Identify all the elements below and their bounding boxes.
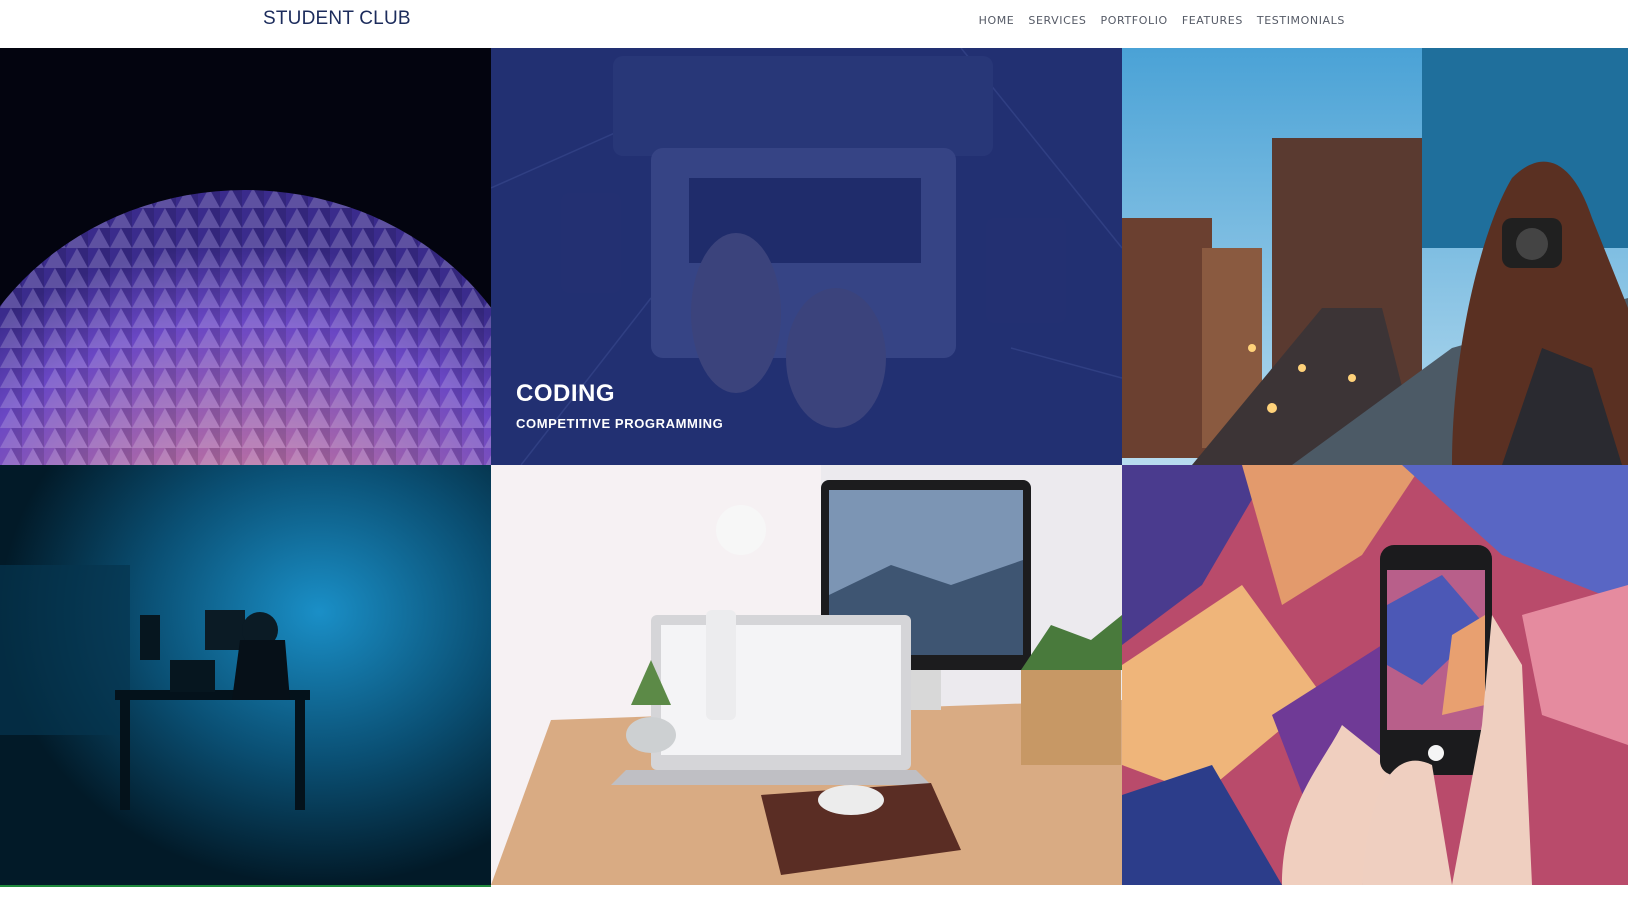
nav-menu: HOME SERVICES PORTFOLIO FEATURES TESTIMO… bbox=[979, 14, 1345, 27]
nav-portfolio[interactable]: PORTFOLIO bbox=[1101, 14, 1168, 27]
graffiti-image bbox=[1122, 465, 1628, 885]
navbar: STUDENT CLUB HOME SERVICES PORTFOLIO FEA… bbox=[0, 0, 1628, 48]
brand-logo[interactable]: STUDENT CLUB bbox=[263, 8, 411, 30]
portfolio-item-coding[interactable]: CODING COMPETITIVE PROGRAMMING bbox=[491, 48, 1122, 465]
portfolio-caption: CODING COMPETITIVE PROGRAMMING bbox=[516, 380, 723, 431]
hacker-image bbox=[0, 465, 491, 885]
portfolio-item-sphere[interactable] bbox=[0, 48, 491, 465]
nav-testimonials[interactable]: TESTIMONIALS bbox=[1257, 14, 1345, 27]
workspace-image bbox=[491, 465, 1122, 885]
portfolio-item-workspace[interactable] bbox=[491, 465, 1122, 885]
sphere-image bbox=[0, 48, 491, 465]
nav-home[interactable]: HOME bbox=[979, 14, 1015, 27]
accent-line bbox=[0, 885, 491, 887]
portfolio-item-hacker[interactable] bbox=[0, 465, 491, 885]
portfolio-title: CODING bbox=[516, 380, 615, 407]
portfolio-subtitle: COMPETITIVE PROGRAMMING bbox=[516, 416, 724, 431]
nav-features[interactable]: FEATURES bbox=[1182, 14, 1243, 27]
photographer-image bbox=[1122, 48, 1628, 465]
nav-services[interactable]: SERVICES bbox=[1028, 14, 1086, 27]
portfolio-item-graffiti[interactable] bbox=[1122, 465, 1628, 885]
portfolio-item-photographer[interactable] bbox=[1122, 48, 1628, 465]
